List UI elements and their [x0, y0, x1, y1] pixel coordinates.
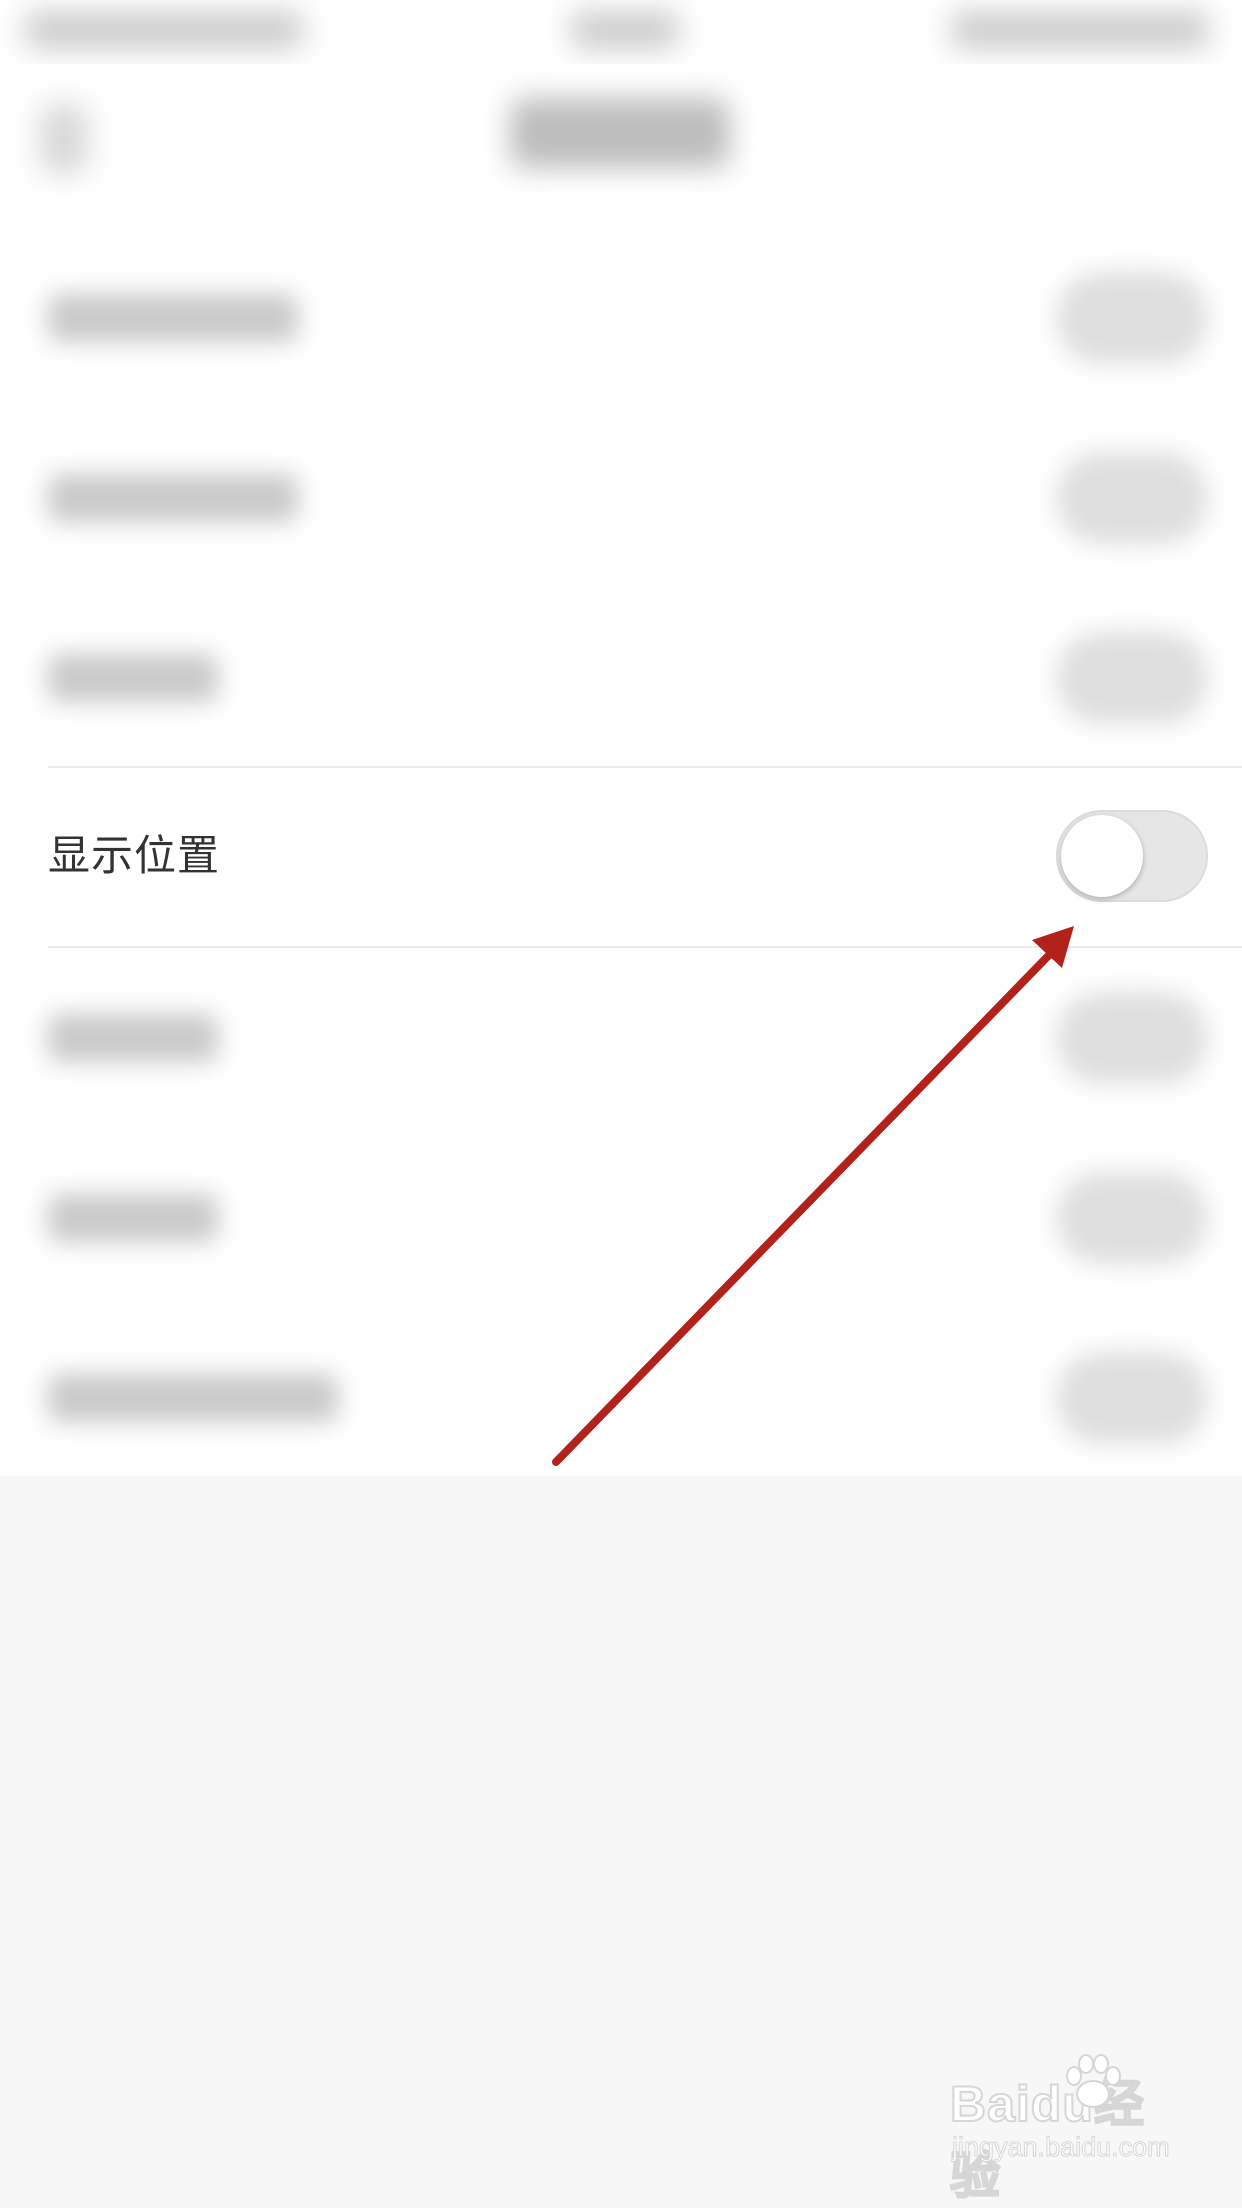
status-bar-carrier-blur — [24, 10, 304, 50]
toggle-switch[interactable] — [1056, 632, 1208, 724]
list-item[interactable] — [0, 408, 1242, 588]
list-item-show-location[interactable]: 显示位置 — [0, 768, 1242, 946]
list-item[interactable] — [0, 228, 1242, 408]
status-bar-time-blur — [570, 10, 680, 50]
baidu-watermark: Baidu经验 jingyan.baidu.com — [949, 2054, 1190, 2205]
list-item-label-blur — [48, 1194, 218, 1242]
list-item-label-blur — [48, 294, 298, 342]
toggle-switch[interactable] — [1056, 452, 1208, 544]
toggle-switch[interactable] — [1056, 1352, 1208, 1444]
status-bar — [0, 0, 1242, 64]
paw-icon — [1066, 2054, 1121, 2108]
toggle-switch[interactable] — [1056, 1172, 1208, 1264]
show-location-toggle[interactable] — [1056, 810, 1208, 902]
list-item-label-blur — [48, 1374, 338, 1422]
list-item-label-blur — [48, 1014, 218, 1062]
toggle-knob[interactable] — [1061, 815, 1143, 897]
page-title-blur — [510, 98, 730, 168]
list-item[interactable] — [0, 948, 1242, 1128]
list-item[interactable] — [0, 588, 1242, 768]
status-bar-battery-blur — [950, 10, 1210, 50]
back-icon[interactable] — [40, 104, 88, 174]
toggle-switch[interactable] — [1056, 992, 1208, 1084]
toggle-switch[interactable] — [1056, 272, 1208, 364]
list-item[interactable] — [0, 1128, 1242, 1308]
list-item-label-blur — [48, 654, 218, 702]
list-item[interactable] — [0, 1308, 1242, 1488]
list-item-label-blur — [48, 474, 298, 522]
nav-bar — [0, 64, 1242, 214]
watermark-url: jingyan.baidu.com — [952, 2132, 1171, 2163]
show-location-label: 显示位置 — [48, 831, 221, 880]
